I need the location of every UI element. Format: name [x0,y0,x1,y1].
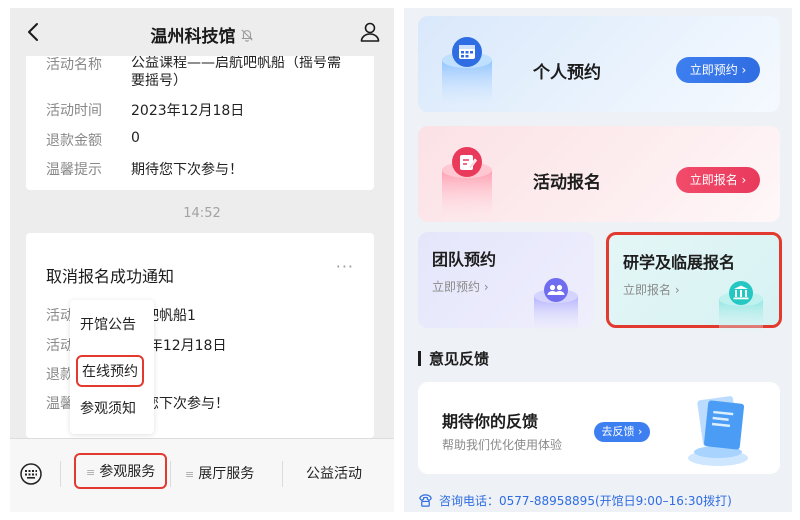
refund-amount-row: 退款金额 0 [46,130,140,149]
activity-time-row: 活动时间 2023年12月18日 [46,103,245,119]
menu-hall-service[interactable]: ≡ 展厅服务 [185,463,254,483]
museum-cylinder-icon [719,281,763,333]
keyboard-icon[interactable] [20,463,42,485]
activity-signup-title: 活动报名 [533,173,601,193]
study-exhibition-title: 研学及临展报名 [623,253,736,272]
mute-bell-icon [240,28,253,42]
book-now-button[interactable]: 立即预约 › [676,57,760,83]
activity-signup-card[interactable]: 活动报名 立即报名 › [418,126,780,222]
booking-page-panel: 个人预约 立即预约 › 活动报名 立即报名 › 团队预约 立即预约 › 研学及临… [404,8,792,512]
section-marker [418,351,421,366]
chat-title: 温州科技馆 [10,22,394,47]
submenu-item-announcement[interactable]: 开馆公告 [80,314,136,334]
study-signup-link[interactable]: 立即报名 › [623,281,680,298]
more-dots-icon[interactable]: ··· [336,257,354,276]
submenu-item-online-booking[interactable]: 在线预约 [76,355,144,387]
menu-visit-service[interactable]: ≡ 参观服务 [74,453,168,489]
feedback-subtitle: 帮助我们优化使用体验 [442,438,563,452]
activity-name-row: 活动名称 公益课程——启航吧帆船（摇号需要摇号） [46,55,341,89]
screen: 温州科技馆 活动名称 公益课程——启航吧帆船（摇号需要摇号） 活动时间 2023… [0,0,800,520]
menu-lines-icon: ≡ [185,468,195,481]
team-booking-title: 团队预约 [432,250,497,269]
signup-now-button[interactable]: 立即报名 › [676,167,760,193]
team-book-link[interactable]: 立即预约 › [432,278,489,295]
edit-cylinder-icon [442,147,492,218]
menu-divider [282,461,283,487]
top-bar: 温州科技馆 [10,8,394,56]
feedback-card[interactable]: 期待你的反馈 帮助我们优化使用体验 去反馈 › [418,382,780,474]
menu-public-activities[interactable]: 公益活动 [306,463,362,483]
phone-icon [419,494,432,507]
calendar-cylinder-icon [442,37,492,108]
account-menu-bar: ≡ 参观服务 ≡ 展厅服务 公益活动 [10,438,394,512]
personal-booking-title: 个人预约 [533,63,601,83]
service-submenu: 开馆公告 在线预约 参观须知 [70,300,154,434]
menu-divider [60,461,61,487]
personal-booking-card[interactable]: 个人预约 立即预约 › [418,16,780,112]
go-feedback-button[interactable]: 去反馈 › [594,422,650,442]
study-exhibition-card[interactable]: 研学及临展报名 立即报名 › [606,232,782,333]
account-name: 温州科技馆 [150,27,236,47]
menu-divider [170,461,171,487]
feedback-heading: 期待你的反馈 [442,412,539,431]
feedback-documents-illustration [688,396,748,466]
wechat-chat-panel: 温州科技馆 活动名称 公益课程——启航吧帆船（摇号需要摇号） 活动时间 2023… [10,8,394,512]
message-timestamp: 14:52 [183,206,221,221]
group-cylinder-icon [534,278,578,330]
refund-notice-card[interactable]: 活动名称 公益课程——启航吧帆船（摇号需要摇号） 活动时间 2023年12月18… [26,48,374,190]
submenu-item-visit-notes[interactable]: 参观须知 [80,398,136,418]
team-booking-card[interactable]: 团队预约 立即预约 › [418,232,594,330]
notice-title: 取消报名成功通知 [46,267,175,286]
feedback-section-title: 意见反馈 [418,348,489,369]
menu-lines-icon: ≡ [86,466,96,479]
profile-icon[interactable] [358,20,382,44]
consult-phone[interactable]: 咨询电话：0577-88958895(开馆日9:00–16:30拨打) [418,492,732,509]
tip-row: 温馨提示 期待您下次参与！ [46,162,243,178]
